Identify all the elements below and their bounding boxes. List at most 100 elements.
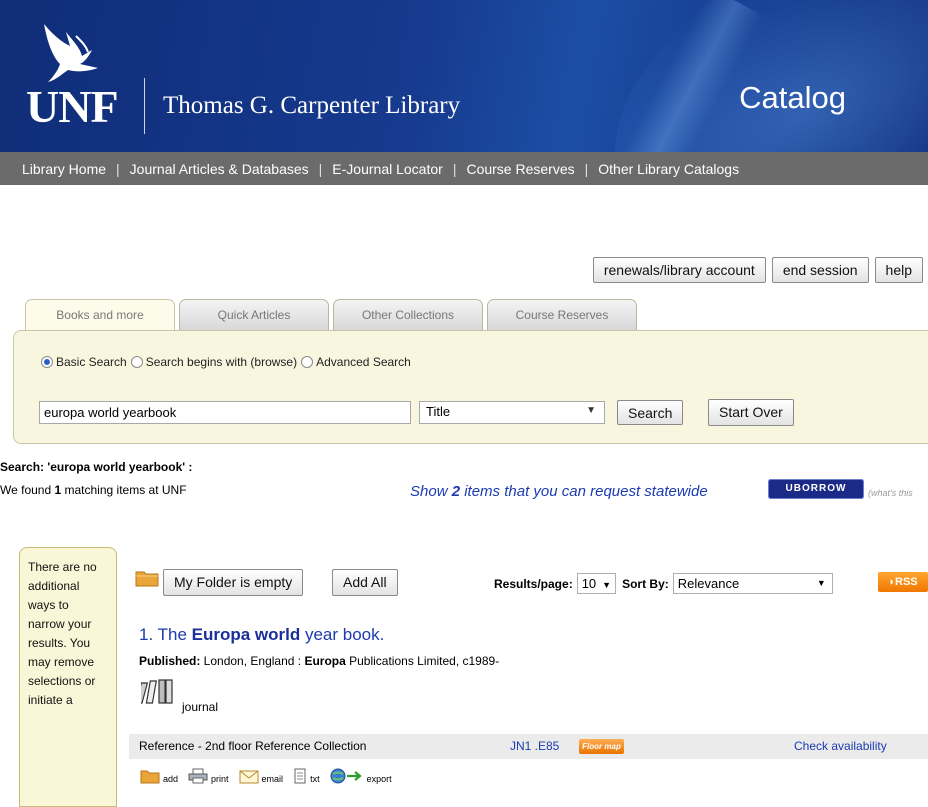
published-highlight: Europa bbox=[304, 654, 346, 668]
whats-this-link[interactable]: (what's this bbox=[868, 488, 913, 498]
advanced-search-label[interactable]: Advanced Search bbox=[316, 355, 411, 369]
result-title-pre: The bbox=[153, 625, 192, 644]
account-buttons: renewals/library account end session hel… bbox=[592, 257, 923, 283]
site-header: UNF Thomas G. Carpenter Library Catalog bbox=[0, 0, 928, 152]
search-summary: Search: 'europa world yearbook' : bbox=[0, 460, 193, 474]
browse-search-radio[interactable] bbox=[130, 356, 143, 368]
holdings-location: Reference - 2nd floor Reference Collecti… bbox=[139, 739, 367, 753]
statewide-request-link[interactable]: Show 2 items that you can request statew… bbox=[410, 483, 708, 500]
tab-books-and-more[interactable]: Books and more bbox=[25, 299, 175, 331]
search-tabs: Books and more Quick Articles Other Coll… bbox=[25, 299, 641, 331]
statewide-count: 2 bbox=[451, 483, 461, 500]
results-controls: Results/page: 10 ▼ Sort By: Relevance ▼ bbox=[494, 573, 839, 594]
add-to-folder-action[interactable]: add bbox=[140, 769, 178, 784]
tab-quick-articles[interactable]: Quick Articles bbox=[179, 299, 329, 330]
journal-icon bbox=[141, 679, 173, 704]
chevron-down-icon: ▼ bbox=[602, 580, 612, 590]
advanced-search-radio[interactable] bbox=[301, 356, 314, 368]
floor-map-button[interactable]: Floor map bbox=[579, 739, 624, 754]
add-all-button[interactable]: Add All bbox=[332, 569, 398, 596]
nav-other-library-catalogs[interactable]: Other Library Catalogs bbox=[598, 161, 739, 177]
globe-arrow-icon bbox=[330, 768, 362, 784]
main-navigation: Library Home | Journal Articles & Databa… bbox=[0, 152, 928, 185]
nav-separator: | bbox=[452, 160, 457, 177]
nav-journal-articles-databases[interactable]: Journal Articles & Databases bbox=[130, 161, 309, 177]
refine-results-sidebar: There are no additional ways to narrow y… bbox=[19, 547, 117, 807]
found-prefix: We found bbox=[0, 483, 55, 497]
folder-icon bbox=[135, 571, 159, 587]
results-per-page-label: Results/page: bbox=[494, 576, 573, 591]
search-field-value: Title bbox=[426, 404, 451, 419]
nav-library-home[interactable]: Library Home bbox=[22, 161, 106, 177]
published-post: Publications Limited, c1989- bbox=[345, 654, 500, 668]
tab-other-collections[interactable]: Other Collections bbox=[333, 299, 483, 330]
format-label: journal bbox=[182, 700, 219, 714]
results-per-page-value: 10 bbox=[581, 576, 597, 591]
basic-search-option[interactable]: Basic Search bbox=[41, 355, 127, 369]
sort-by-value: Relevance bbox=[677, 576, 740, 591]
osprey-logo-icon[interactable] bbox=[36, 22, 106, 84]
export-action-label: export bbox=[366, 774, 392, 784]
chevron-down-icon: ▼ bbox=[586, 405, 596, 416]
found-suffix: matching items at UNF bbox=[61, 483, 187, 497]
email-action-label: email bbox=[261, 774, 284, 784]
print-action[interactable]: print bbox=[188, 768, 229, 784]
result-title-highlight: Europa world bbox=[191, 625, 301, 644]
library-name[interactable]: Thomas G. Carpenter Library bbox=[163, 92, 460, 120]
statewide-suffix: items that you can request statewide bbox=[460, 483, 708, 500]
results-per-page-select[interactable]: 10 ▼ bbox=[576, 573, 617, 594]
rss-feed-button[interactable]: ◗RSS bbox=[878, 572, 928, 592]
nav-separator: | bbox=[318, 160, 323, 177]
export-action[interactable]: export bbox=[330, 768, 392, 784]
email-action[interactable]: email bbox=[239, 769, 284, 784]
nav-course-reserves[interactable]: Course Reserves bbox=[466, 161, 574, 177]
search-panel: Basic Search Search begins with (browse)… bbox=[13, 330, 928, 444]
search-input[interactable] bbox=[39, 401, 411, 424]
add-action-label: add bbox=[163, 774, 179, 784]
rss-label: RSS bbox=[895, 576, 918, 588]
sort-by-select[interactable]: Relevance ▼ bbox=[672, 573, 833, 594]
result-number: 1. bbox=[139, 625, 154, 644]
txt-action[interactable]: txt bbox=[293, 768, 320, 784]
call-number-link[interactable]: JN1 .E85 bbox=[510, 734, 559, 759]
result-title-link[interactable]: 1. The Europa world year book. bbox=[139, 625, 384, 645]
help-button[interactable]: help bbox=[874, 257, 923, 283]
chevron-down-icon: ▼ bbox=[816, 578, 826, 588]
sort-by-label: Sort By: bbox=[622, 576, 669, 591]
document-icon bbox=[294, 768, 306, 784]
search-type-options: Basic Search Search begins with (browse)… bbox=[41, 355, 415, 369]
published-pre: London, England : bbox=[200, 654, 305, 668]
print-action-label: print bbox=[211, 774, 229, 784]
nav-e-journal-locator[interactable]: E-Journal Locator bbox=[332, 161, 443, 177]
search-button[interactable]: Search bbox=[617, 400, 684, 425]
catalog-title: Catalog bbox=[739, 80, 846, 115]
renewals-library-account-button[interactable]: renewals/library account bbox=[592, 257, 766, 283]
envelope-icon bbox=[239, 770, 259, 784]
advanced-search-option[interactable]: Advanced Search bbox=[301, 355, 411, 369]
start-over-button[interactable]: Start Over bbox=[708, 399, 794, 426]
nav-separator: | bbox=[584, 160, 589, 177]
result-actions: add print email txt export bbox=[140, 768, 392, 784]
end-session-button[interactable]: end session bbox=[771, 257, 869, 283]
browse-search-option[interactable]: Search begins with (browse) bbox=[130, 355, 297, 369]
check-availability-link[interactable]: Check availability bbox=[794, 734, 887, 759]
unf-logo-text[interactable]: UNF bbox=[26, 84, 119, 130]
printer-icon bbox=[188, 768, 208, 784]
holdings-row: Reference - 2nd floor Reference Collecti… bbox=[129, 734, 928, 759]
tab-course-reserves[interactable]: Course Reserves bbox=[487, 299, 637, 330]
folder-icon bbox=[140, 770, 160, 784]
logo-divider bbox=[144, 78, 145, 134]
basic-search-label[interactable]: Basic Search bbox=[56, 355, 127, 369]
search-field-select[interactable]: Title ▼ bbox=[419, 401, 605, 424]
found-count-line: We found 1 matching items at UNF bbox=[0, 483, 187, 497]
result-title-post: year book. bbox=[300, 625, 385, 644]
txt-action-label: txt bbox=[310, 774, 320, 784]
published-label: Published: bbox=[139, 654, 201, 668]
basic-search-radio[interactable] bbox=[41, 356, 53, 368]
nav-separator: | bbox=[116, 160, 120, 177]
uborrow-logo[interactable]: UBORROW bbox=[768, 479, 864, 499]
browse-search-label[interactable]: Search begins with (browse) bbox=[146, 355, 297, 369]
my-folder-button[interactable]: My Folder is empty bbox=[163, 569, 304, 596]
published-info: Published: London, England : Europa Publ… bbox=[139, 654, 499, 668]
statewide-prefix: Show bbox=[410, 483, 452, 500]
